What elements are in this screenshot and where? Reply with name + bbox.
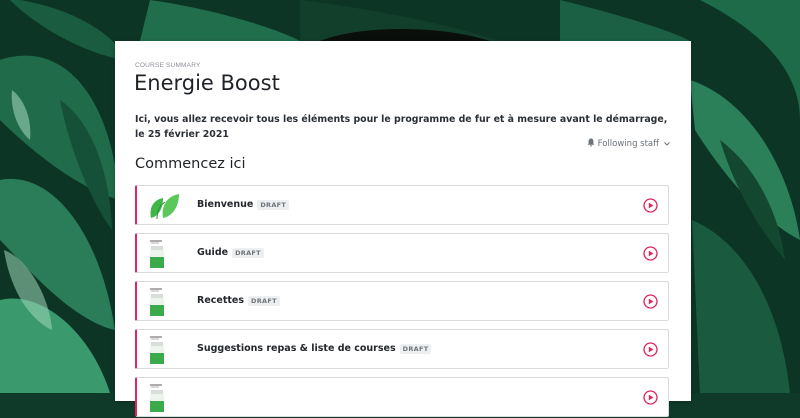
lesson-title: Recettes (197, 295, 245, 306)
course-summary-label: COURSE SUMMARY (135, 62, 201, 69)
lesson-row[interactable]: Recettes DRAFT (135, 281, 669, 321)
draft-badge: DRAFT (248, 295, 280, 306)
lesson-row[interactable] (135, 377, 669, 417)
lesson-row[interactable]: Bienvenue DRAFT (135, 185, 669, 225)
play-circle-icon[interactable] (643, 246, 658, 261)
following-staff-label: Following staff (597, 138, 659, 149)
section-title: Commencez ici (135, 156, 246, 172)
lesson-title: Bienvenue (197, 199, 254, 210)
play-circle-icon[interactable] (643, 198, 658, 213)
leaf-logo-icon (141, 190, 187, 222)
chevron-down-icon (664, 140, 670, 148)
play-circle-icon[interactable] (643, 342, 658, 357)
product-jar-icon (141, 382, 187, 414)
lesson-title: Suggestions repas & liste de courses (197, 343, 396, 354)
following-staff-dropdown[interactable]: Following staff (587, 138, 670, 149)
draft-badge: DRAFT (399, 343, 432, 354)
product-jar-icon (141, 286, 187, 318)
bell-icon (587, 138, 595, 149)
product-jar-icon (141, 334, 187, 366)
lesson-title: Guide (197, 247, 229, 258)
course-summary-panel: COURSE SUMMARY Energie Boost Ici, vous a… (115, 41, 691, 417)
product-jar-icon (141, 238, 187, 270)
lesson-row[interactable]: Guide DRAFT (135, 233, 669, 273)
course-title: Energie Boost (134, 71, 280, 95)
lesson-row[interactable]: Suggestions repas & liste de courses DRA… (135, 329, 669, 369)
play-circle-icon[interactable] (643, 294, 658, 309)
draft-badge: DRAFT (257, 199, 290, 210)
play-circle-icon[interactable] (643, 390, 658, 405)
draft-badge: DRAFT (232, 247, 264, 258)
